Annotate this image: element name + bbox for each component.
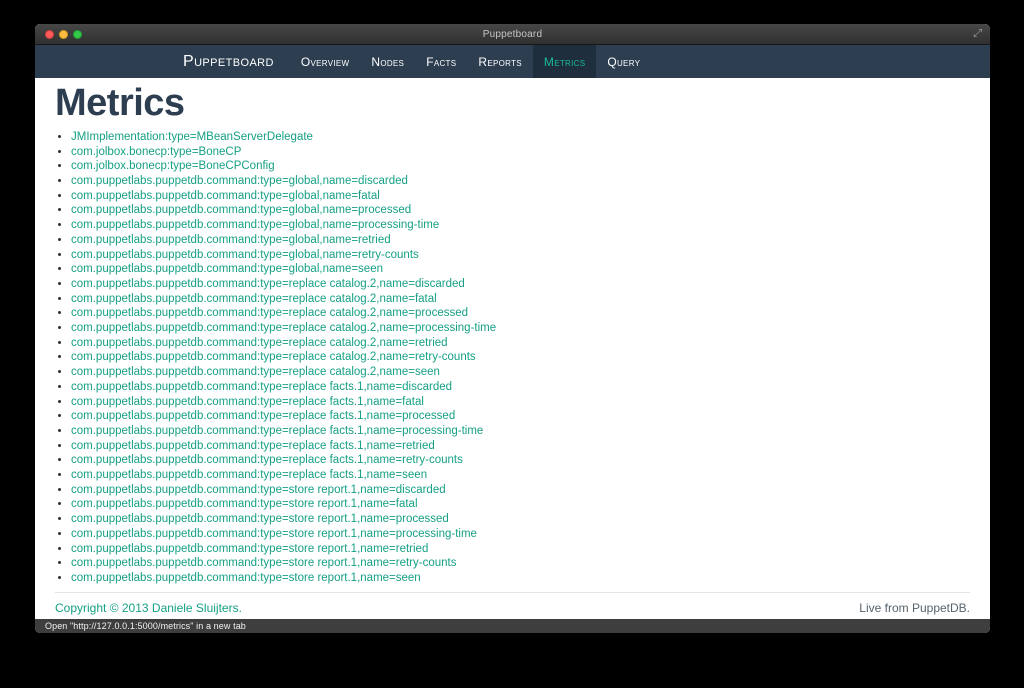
nav-item[interactable]: Facts [415, 45, 467, 78]
metric-list-item: com.puppetlabs.puppetdb.command:type=rep… [71, 380, 970, 395]
metric-list-item: com.puppetlabs.puppetdb.command:type=rep… [71, 453, 970, 468]
metric-list-item: com.puppetlabs.puppetdb.command:type=glo… [71, 233, 970, 248]
nav-item-link[interactable]: Reports [467, 45, 533, 78]
desktop-background: Puppetboard ⤢ Puppetboard Overview Nodes… [0, 0, 1024, 688]
metric-list-item: com.puppetlabs.puppetdb.command:type=rep… [71, 365, 970, 380]
metric-list-item: JMImplementation:type=MBeanServerDelegat… [71, 130, 970, 145]
zoom-button[interactable] [73, 29, 82, 39]
nav-item[interactable]: Reports [467, 45, 533, 78]
metric-link[interactable]: com.puppetlabs.puppetdb.command:type=glo… [71, 249, 419, 261]
nav-item-link[interactable]: Metrics [532, 45, 597, 78]
metric-list-item: com.puppetlabs.puppetdb.command:type=rep… [71, 306, 970, 321]
metric-list-item: com.puppetlabs.puppetdb.command:type=rep… [71, 468, 970, 483]
nav-item-link[interactable]: Facts [415, 45, 467, 78]
metric-link[interactable]: com.puppetlabs.puppetdb.command:type=sto… [71, 543, 428, 555]
metric-link[interactable]: com.jolbox.bonecp:type=BoneCPConfig [71, 160, 275, 172]
nav-item[interactable]: Query [596, 45, 651, 78]
app-window: Puppetboard ⤢ Puppetboard Overview Nodes… [35, 24, 990, 633]
metric-link[interactable]: com.puppetlabs.puppetdb.command:type=glo… [71, 263, 383, 275]
window-titlebar[interactable]: Puppetboard ⤢ [35, 24, 990, 45]
metric-link[interactable]: com.puppetlabs.puppetdb.command:type=sto… [71, 513, 449, 525]
page-content: Metrics JMImplementation:type=MBeanServe… [35, 78, 990, 619]
close-button[interactable] [45, 29, 54, 39]
metric-link[interactable]: com.puppetlabs.puppetdb.command:type=glo… [71, 204, 411, 216]
nav-list: Overview Nodes Facts Reports Metrics Que… [290, 45, 651, 78]
metric-list-item: com.puppetlabs.puppetdb.command:type=glo… [71, 203, 970, 218]
metric-list-item: com.puppetlabs.puppetdb.command:type=sto… [71, 512, 970, 527]
metric-list-item: com.puppetlabs.puppetdb.command:type=rep… [71, 439, 970, 454]
status-link-preview-text: Open "http://127.0.0.1:5000/metrics" in … [45, 621, 246, 631]
metric-list-item: com.puppetlabs.puppetdb.command:type=rep… [71, 395, 970, 410]
nav-item[interactable]: Overview [290, 45, 360, 78]
live-from-puppetdb-text: Live from PuppetDB. [859, 600, 970, 615]
metric-link[interactable]: com.puppetlabs.puppetdb.command:type=sto… [71, 528, 477, 540]
metric-link[interactable]: com.puppetlabs.puppetdb.command:type=sto… [71, 484, 446, 496]
metric-list-item: com.puppetlabs.puppetdb.command:type=glo… [71, 189, 970, 204]
metric-link[interactable]: JMImplementation:type=MBeanServerDelegat… [71, 131, 313, 143]
metric-link[interactable]: com.puppetlabs.puppetdb.command:type=rep… [71, 469, 427, 481]
metric-link[interactable]: com.puppetlabs.puppetdb.command:type=rep… [71, 425, 483, 437]
metric-list-item: com.puppetlabs.puppetdb.command:type=glo… [71, 248, 970, 263]
metric-list-item: com.puppetlabs.puppetdb.command:type=sto… [71, 556, 970, 571]
nav-item-link[interactable]: Overview [290, 45, 360, 78]
metric-list-item: com.puppetlabs.puppetdb.command:type=rep… [71, 292, 970, 307]
metric-list-item: com.puppetlabs.puppetdb.command:type=glo… [71, 174, 970, 189]
metric-link[interactable]: com.puppetlabs.puppetdb.command:type=rep… [71, 351, 476, 363]
metric-link[interactable]: com.puppetlabs.puppetdb.command:type=glo… [71, 219, 439, 231]
metric-link[interactable]: com.puppetlabs.puppetdb.command:type=rep… [71, 381, 452, 393]
metric-list-item: com.jolbox.bonecp:type=BoneCP [71, 145, 970, 160]
metric-list-item: com.puppetlabs.puppetdb.command:type=rep… [71, 321, 970, 336]
metric-link[interactable]: com.puppetlabs.puppetdb.command:type=sto… [71, 498, 418, 510]
metric-link[interactable]: com.puppetlabs.puppetdb.command:type=rep… [71, 307, 468, 319]
nav-item-link[interactable]: Nodes [360, 45, 415, 78]
metrics-list: JMImplementation:type=MBeanServerDelegat… [55, 130, 970, 586]
metric-link[interactable]: com.puppetlabs.puppetdb.command:type=rep… [71, 396, 424, 408]
metric-link[interactable]: com.puppetlabs.puppetdb.command:type=rep… [71, 322, 496, 334]
metric-list-item: com.puppetlabs.puppetdb.command:type=rep… [71, 409, 970, 424]
metric-link[interactable]: com.puppetlabs.puppetdb.command:type=glo… [71, 234, 391, 246]
nav-item[interactable]: Nodes [360, 45, 415, 78]
metric-list-item: com.puppetlabs.puppetdb.command:type=sto… [71, 571, 970, 586]
navbar-brand[interactable]: Puppetboard [183, 45, 290, 78]
traffic-lights [45, 24, 82, 44]
metric-link[interactable]: com.puppetlabs.puppetdb.command:type=rep… [71, 454, 463, 466]
page-footer: Copyright © 2013 Daniele Sluijters. Live… [55, 593, 970, 615]
metric-list-item: com.puppetlabs.puppetdb.command:type=glo… [71, 218, 970, 233]
page-title: Metrics [55, 82, 185, 124]
copyright-link[interactable]: Copyright © 2013 Daniele Sluijters. [55, 601, 242, 615]
metric-list-item: com.puppetlabs.puppetdb.command:type=sto… [71, 497, 970, 512]
metric-link[interactable]: com.puppetlabs.puppetdb.command:type=rep… [71, 440, 435, 452]
metric-link[interactable]: com.puppetlabs.puppetdb.command:type=sto… [71, 557, 456, 569]
metric-list-item: com.puppetlabs.puppetdb.command:type=sto… [71, 542, 970, 557]
metric-list-item: com.puppetlabs.puppetdb.command:type=rep… [71, 336, 970, 351]
metric-link[interactable]: com.jolbox.bonecp:type=BoneCP [71, 146, 241, 158]
metric-link[interactable]: com.puppetlabs.puppetdb.command:type=rep… [71, 278, 465, 290]
fullscreen-icon[interactable]: ⤢ [973, 28, 982, 40]
metric-link[interactable]: com.puppetlabs.puppetdb.command:type=sto… [71, 572, 421, 584]
metric-link[interactable]: com.puppetlabs.puppetdb.command:type=glo… [71, 175, 408, 187]
minimize-button[interactable] [59, 29, 68, 39]
metric-list-item: com.puppetlabs.puppetdb.command:type=rep… [71, 350, 970, 365]
metric-list-item: com.jolbox.bonecp:type=BoneCPConfig [71, 159, 970, 174]
metric-list-item: com.puppetlabs.puppetdb.command:type=rep… [71, 277, 970, 292]
metric-list-item: com.puppetlabs.puppetdb.command:type=rep… [71, 424, 970, 439]
metric-link[interactable]: com.puppetlabs.puppetdb.command:type=rep… [71, 366, 440, 378]
metric-list-item: com.puppetlabs.puppetdb.command:type=glo… [71, 262, 970, 277]
nav-item-link[interactable]: Query [596, 45, 651, 78]
metric-link[interactable]: com.puppetlabs.puppetdb.command:type=rep… [71, 337, 448, 349]
nav-item[interactable]: Metrics [532, 45, 597, 78]
window-title: Puppetboard [482, 28, 543, 40]
metric-link[interactable]: com.puppetlabs.puppetdb.command:type=rep… [71, 410, 455, 422]
metric-list-item: com.puppetlabs.puppetdb.command:type=sto… [71, 483, 970, 498]
metric-link[interactable]: com.puppetlabs.puppetdb.command:type=rep… [71, 293, 437, 305]
browser-status-bar: Open "http://127.0.0.1:5000/metrics" in … [35, 619, 990, 633]
navbar: Puppetboard Overview Nodes Facts Reports… [35, 45, 990, 78]
metric-link[interactable]: com.puppetlabs.puppetdb.command:type=glo… [71, 190, 380, 202]
metric-list-item: com.puppetlabs.puppetdb.command:type=sto… [71, 527, 970, 542]
